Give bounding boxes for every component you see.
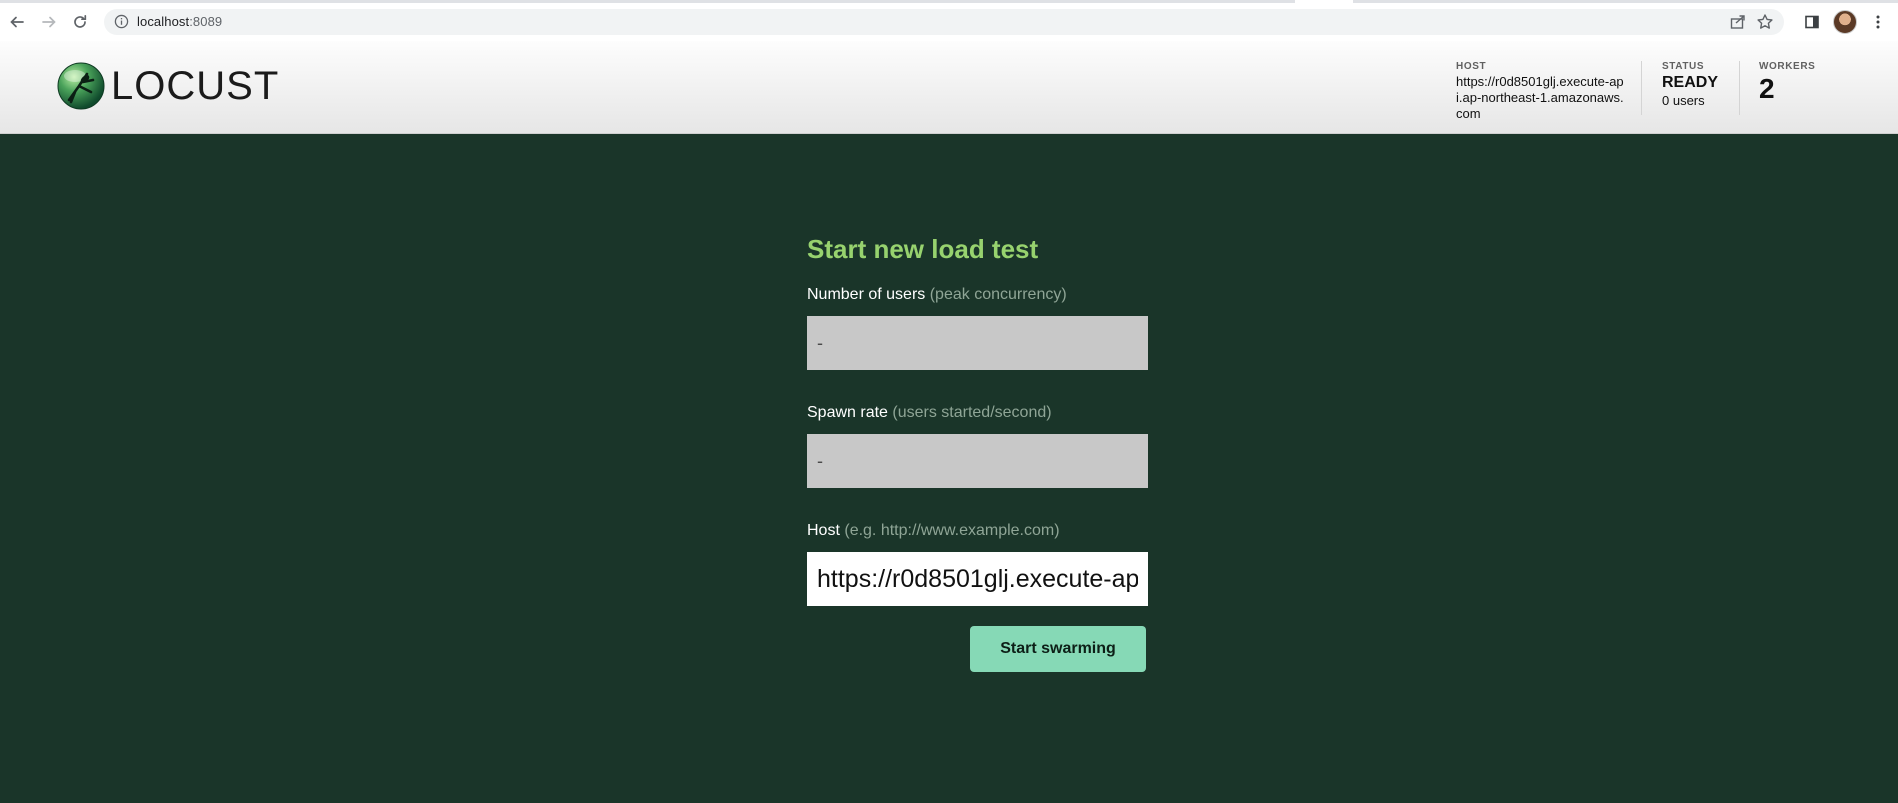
users-input[interactable] — [807, 316, 1148, 370]
share-icon[interactable] — [1729, 13, 1747, 36]
star-icon[interactable] — [1756, 13, 1774, 36]
spawn-rate-label-hint: (users started/second) — [892, 404, 1052, 421]
host-stat: HOST https://r0d8501glj.execute-api.ap-n… — [1456, 61, 1626, 122]
users-label-text: Number of users — [807, 286, 926, 303]
reload-icon — [74, 14, 87, 28]
side-panel-icon — [1805, 15, 1819, 29]
status-stat-label: STATUS — [1662, 61, 1705, 72]
menu-button[interactable] — [1866, 10, 1890, 34]
tab-strip-edge-right — [1353, 0, 1898, 3]
workers-stat-value: 2 — [1759, 73, 1775, 104]
kebab-menu-icon — [1876, 15, 1880, 29]
browser-toolbar: localhost:8089 — [0, 0, 1898, 41]
host-stat-label: HOST — [1456, 61, 1487, 72]
locust-logo-icon[interactable] — [57, 62, 105, 110]
arrow-left-icon — [10, 16, 24, 28]
forward-button[interactable] — [37, 10, 61, 34]
spawn-rate-input[interactable] — [807, 434, 1148, 488]
status-stat-value: READY — [1662, 74, 1719, 91]
locust-logo-text: LOCUST — [111, 64, 280, 108]
app-header: LOCUST HOST https://r0d8501glj.execute-a… — [0, 41, 1898, 134]
url-host: localhost — [137, 14, 190, 29]
stat-divider — [1641, 61, 1642, 115]
workers-stat-label: WORKERS — [1759, 61, 1816, 72]
host-field-label: Host (e.g. http://www.example.com) — [807, 522, 1060, 540]
spawn-rate-label-text: Spawn rate — [807, 404, 888, 421]
workers-stat: WORKERS 2 — [1759, 61, 1815, 104]
tab-strip-edge — [0, 0, 1295, 3]
stat-divider — [1739, 61, 1740, 115]
status-stat: STATUS READY 0 users — [1662, 61, 1718, 108]
arrow-right-icon — [42, 16, 56, 28]
info-icon[interactable] — [114, 14, 129, 34]
url-text[interactable]: localhost:8089 — [137, 14, 222, 29]
spawn-rate-field-label: Spawn rate (users started/second) — [807, 404, 1052, 422]
profile-avatar[interactable] — [1833, 10, 1857, 34]
host-label-hint: (e.g. http://www.example.com) — [844, 522, 1060, 539]
host-label-text: Host — [807, 522, 840, 539]
users-label-hint: (peak concurrency) — [929, 286, 1067, 303]
reload-button[interactable] — [68, 10, 92, 34]
side-panel-button[interactable] — [1800, 10, 1824, 34]
form-title: Start new load test — [807, 234, 1039, 264]
status-user-count: 0 users — [1662, 93, 1705, 108]
url-port: :8089 — [189, 14, 223, 29]
users-field-label: Number of users (peak concurrency) — [807, 286, 1067, 304]
host-input[interactable] — [807, 552, 1148, 606]
back-button[interactable] — [5, 10, 29, 34]
host-stat-value: https://r0d8501glj.execute-api.ap-northe… — [1456, 74, 1624, 121]
start-swarming-button[interactable]: Start swarming — [970, 626, 1146, 672]
address-bar[interactable]: localhost:8089 — [104, 9, 1784, 35]
